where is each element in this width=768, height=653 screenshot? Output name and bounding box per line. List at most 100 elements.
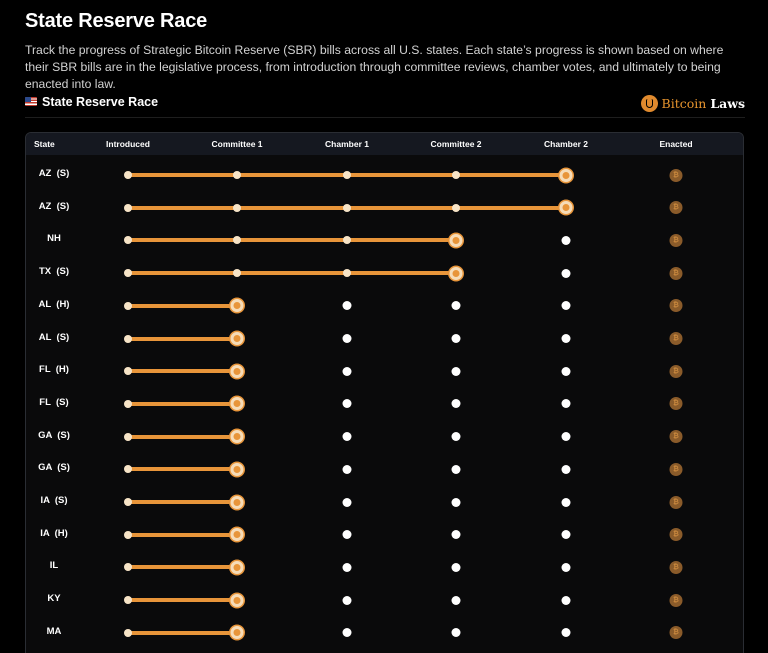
column-header-committee-1: Committee 1 [211,139,263,149]
table-row[interactable]: GA (S) ₿ [26,421,743,453]
stage-dot-pending [561,399,571,409]
stage-dot-pending [451,334,461,343]
stage-dot-current [230,593,244,607]
stage-dot-complete [343,171,351,179]
bitcoin-coin-icon: ₿ [669,495,683,509]
stage-dot-pending [451,595,461,605]
state-label: FL (H) [39,364,69,376]
page: State Reserve Race Track the progress of… [0,0,768,653]
stage-dot-pending [342,432,352,442]
table-row[interactable]: TX (S) ₿ [26,257,743,289]
stage-dot-current [230,462,244,476]
column-header-chamber-1: Chamber 1 [325,139,369,149]
stage-dot-complete [124,596,132,605]
state-label: GA (S) [38,462,70,474]
stage-dot-pending [561,562,571,572]
progress-bar [128,565,237,570]
stage-dot-pending [451,464,461,474]
state-label: NH [47,233,61,245]
progress-bar [128,336,237,341]
table-row[interactable]: AL (H) ₿ [26,290,743,322]
stage-dot-complete [452,203,460,212]
progress-bar [128,467,237,472]
bitcoin-coin-icon: ₿ [669,299,683,313]
table-row[interactable]: AL (S) ₿ [26,323,743,355]
table-row[interactable]: GA (S) ₿ [26,453,743,485]
stage-dot-complete [124,432,132,441]
table-row[interactable]: IL ₿ [26,551,743,583]
state-label: AL (S) [38,331,70,343]
section-header: State Reserve Race Bitcoin Laws [25,93,745,115]
stage-dot-complete [343,269,351,278]
table-row[interactable]: FL (H) ₿ [26,355,743,387]
table-row[interactable]: NH ₿ [26,224,743,256]
stage-dot-pending [451,432,461,442]
bitcoin-coin-icon: ₿ [669,430,683,444]
brand-name: Bitcoin Laws [661,95,745,111]
stage-dot-complete [233,203,241,212]
stage-dot-current [230,299,244,313]
stage-dot-pending [342,628,352,638]
stage-dot-complete [124,171,132,179]
table-row[interactable]: FL (S) ₿ [26,388,743,420]
stage-dot-complete [124,301,132,310]
bitcoin-coin-icon: ₿ [669,528,683,542]
stage-dot-complete [124,367,132,376]
page-description: Track the progress of Strategic Bitcoin … [25,43,724,91]
stage-dot-pending [342,530,352,540]
bitcoin-coin-icon: ₿ [669,462,683,476]
stage-dot-complete [124,628,132,637]
state-label: FL (S) [39,396,69,408]
table-row[interactable]: AZ (S) ₿ [26,159,743,191]
stage-dot-pending [561,334,571,343]
state-race-table: State Introduced Committee 1 Chamber 1 Commi… [25,132,744,653]
bitcoin-coin-icon: ₿ [669,397,683,411]
stage-dot-complete [124,334,132,343]
column-header-introduced: Introduced [106,139,150,149]
table-row[interactable]: IA (H) ₿ [26,519,743,551]
stage-dot-pending [342,562,352,572]
stage-dot-current [230,495,244,509]
page-title: State Reserve Race [25,10,208,32]
stage-dot-pending [451,562,461,572]
stage-dot-current [230,364,244,378]
progress-bar [128,500,237,504]
stage-dot-pending [561,530,571,540]
stage-dot-complete [124,269,132,278]
stage-dot-pending [342,464,352,474]
progress-bar [128,369,237,374]
state-label: IA (S) [40,495,68,506]
bitcoin-laws-brand-link[interactable]: Bitcoin Laws [640,93,745,113]
stage-dot-current [449,266,463,280]
progress-bar [128,630,237,635]
stage-dot-pending [342,366,352,376]
table-row[interactable]: AZ (S) ₿ [26,192,743,224]
state-label: MA [46,625,62,637]
stage-dot-current [559,201,573,215]
state-label: IA (H) [40,527,68,539]
stage-dot-complete [124,563,132,572]
us-flag-icon [25,97,37,106]
column-header-enacted: Enacted [659,139,693,149]
stage-dot-pending [561,268,571,278]
stage-dot-complete [124,465,132,474]
stage-dot-current [559,168,573,182]
stage-dot-pending [561,628,571,638]
section-divider [25,117,745,118]
table-row[interactable]: IA (S) ₿ [26,486,743,518]
stage-dot-pending [561,432,571,442]
progress-bar [128,434,237,439]
stage-dot-pending [451,530,461,540]
stage-dot-current [449,233,463,247]
progress-bar [128,532,237,537]
table-row[interactable]: MA ₿ [26,617,743,649]
stage-dot-current [230,397,244,411]
table-row[interactable]: KY ₿ [26,584,743,616]
bitcoin-coin-icon: ₿ [669,593,683,607]
state-label: TX (S) [38,266,70,278]
bitcoin-coin-icon: ₿ [669,233,683,247]
stage-dot-complete [124,236,132,245]
bitcoin-coin-icon: ₿ [669,364,683,378]
stage-dot-current [230,626,244,640]
stage-dot-pending [561,497,571,507]
